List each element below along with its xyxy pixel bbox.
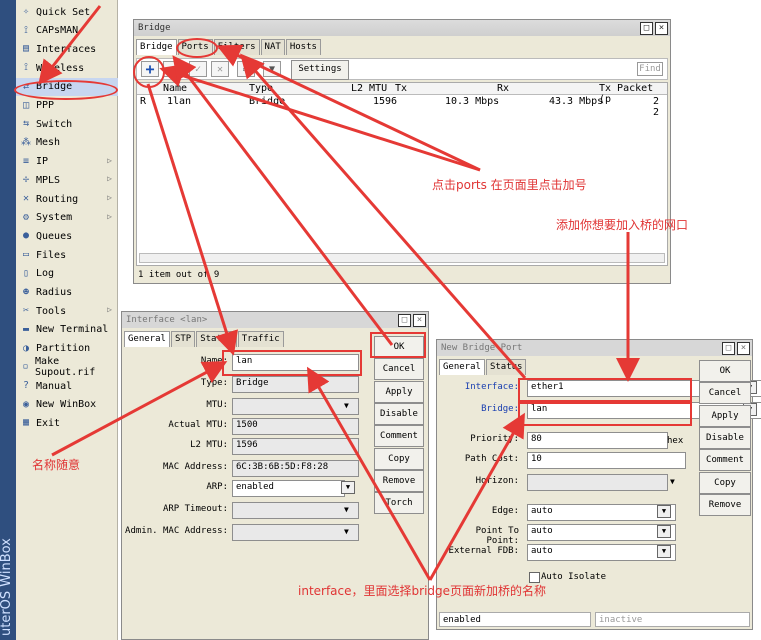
annotation-add-hint: 添加你想要加入桥的网口 [556,218,689,232]
arrow-name-hint [51,361,228,457]
annotation-interface-hint: interface，里面选择bridge页面新加桥的名称 [298,584,547,598]
arrow-add-to-name [146,83,239,356]
arrow-ports-to-add [159,64,481,172]
annotation-ports-hint: 点击ports 在页面里点击加号 [432,178,587,192]
arrow-interface-up [240,53,527,379]
arrow-ports-to-tab [216,44,481,172]
arrow-iface-hint-bridge [428,412,525,581]
arrow-to-bridge-menu [38,5,102,85]
annotation-arrows [38,5,640,581]
annotation-name-hint: 名称随意 [32,458,81,472]
arrow-iface-hint-name [307,366,432,581]
